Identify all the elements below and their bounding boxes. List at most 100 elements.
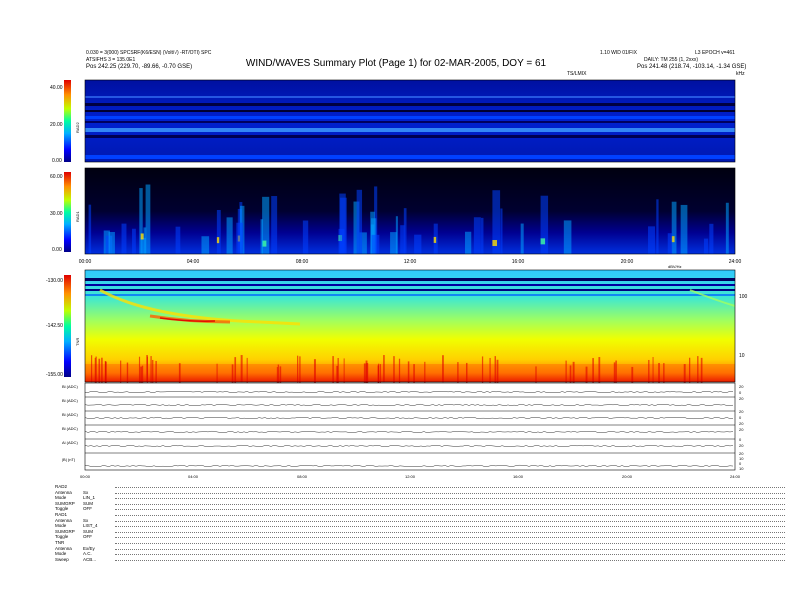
line-label: Bi (ADC) (62, 384, 78, 389)
settings-value: A.C. (83, 551, 92, 557)
tnr-spike (95, 356, 97, 384)
rad1-burst-core (140, 233, 144, 240)
line-label: Ai (ADC) (62, 440, 78, 445)
tnr-spike (343, 358, 345, 386)
rad1-burst (88, 204, 92, 254)
settings-row: Antenna Sx (55, 517, 785, 523)
rad1-colorbar (64, 172, 71, 252)
rad1-burst (671, 201, 677, 254)
settings-row: Toggle OFF (55, 506, 785, 511)
tnr-spike (146, 356, 148, 384)
line-right-tick: 20 (739, 443, 744, 448)
tnr-spike (150, 356, 152, 384)
rad1-tick: 30.00 (50, 211, 63, 217)
tnr-right-tick: 10 (739, 353, 745, 359)
rad1-burst (465, 231, 472, 254)
settings-row: Antenna Ex/Ey (55, 546, 785, 551)
settings-key: Mode (55, 523, 67, 529)
line-panels: Bi (ADC) Bi (ADC) Bi (ADC) Bi (ADC) Ai (… (62, 382, 744, 471)
tnr-spike (91, 355, 93, 383)
rad1-burst (108, 232, 115, 254)
tnr-spike (383, 355, 385, 383)
line-right-tick: 10 (739, 466, 744, 471)
settings-divider (115, 492, 785, 494)
rad1-burst (680, 204, 688, 254)
time-tick: 20:00 (621, 259, 634, 265)
settings-row: TNR (55, 540, 785, 545)
rad1-burst (145, 184, 151, 254)
line-label: |B| (nT) (62, 457, 76, 462)
line-right-tick: 20 (739, 409, 744, 414)
time-tick: 16:00 (512, 259, 525, 265)
tnr-spike (598, 357, 601, 385)
rad2-tick: 40.00 (50, 85, 63, 91)
rad1-burst (390, 232, 397, 254)
rad1-burst (260, 219, 264, 254)
rad1-burst (725, 202, 729, 254)
settings-row: Toggle OFF (55, 534, 785, 539)
bottom-time-tick: 16:00 (513, 474, 524, 479)
tnr-tick: -155.00 (46, 372, 63, 378)
settings-divider (115, 526, 785, 528)
line-label: Bi (ADC) (62, 398, 78, 403)
tnr-spike (240, 355, 243, 383)
settings-value: SUM (83, 528, 93, 534)
settings-key: RAD2 (55, 484, 68, 489)
settings-row: RAD1 (55, 512, 785, 517)
tnr-tick: -130.00 (46, 278, 63, 284)
bottom-time-tick: 20:00 (622, 474, 633, 479)
time-tick: 04:00 (187, 259, 200, 265)
tnr-spike (337, 357, 339, 385)
rad1-tick: 0.00 (52, 247, 62, 253)
bottom-time-tick: 08:00 (297, 474, 308, 479)
line-right-tick: 0 (739, 437, 742, 442)
rad1-burst (395, 216, 398, 254)
settings-value: Ex/Ey (83, 545, 95, 551)
rad-time-axis: 00:00 04:00 08:00 12:00 16:00 20:00 24:0… (79, 259, 742, 265)
rad1-spectrogram (85, 168, 735, 254)
settings-key: TNR (55, 540, 65, 545)
tnr-colorbar (64, 275, 71, 377)
settings-divider (115, 559, 785, 561)
rad1-burst (216, 209, 221, 254)
settings-value: ACB... (83, 556, 97, 562)
settings-row: Mode A.C. (55, 551, 785, 557)
settings-divider (115, 531, 785, 533)
rad2-tick: 0.00 (52, 158, 62, 164)
rad1-burst (236, 222, 244, 254)
rad1-burst (121, 223, 127, 254)
rad1-burst (356, 189, 363, 254)
tnr-tick: -142.50 (46, 323, 63, 329)
tnr-spike (98, 358, 101, 386)
settings-row: Antenna Sx (55, 490, 785, 495)
tnr-panel: -130.00 -142.50 -155.00 TNR 100 10 dBV/H… (46, 264, 748, 394)
rad1-burst (473, 217, 481, 254)
rad1-burst (667, 233, 673, 254)
rad1-burst (480, 217, 484, 254)
rad1-burst (500, 208, 503, 254)
settings-divider (115, 554, 785, 556)
bottom-time-tick: 24:00 (730, 474, 741, 479)
tnr-spike (299, 356, 301, 384)
tnr-spike (101, 357, 103, 385)
rad1-tick: 60.00 (50, 174, 63, 180)
line-right-tick: 20 (739, 427, 744, 432)
line-label: Bi (ADC) (62, 426, 78, 431)
bottom-time-axis: 00:00 04:00 08:00 12:00 16:00 20:00 24:0… (80, 474, 741, 479)
rad1-burst (648, 226, 655, 254)
settings-value: LIN_1 (83, 495, 96, 501)
settings-divider (115, 537, 785, 539)
settings-value: Sx (83, 517, 89, 523)
settings-value: SUM (83, 500, 93, 506)
rad2-colorbar (64, 80, 71, 162)
settings-key: Antenna (55, 517, 72, 523)
rad1-burst (226, 217, 233, 254)
tnr-unit: dBV/Hz (668, 264, 682, 269)
rad2-tick: 20.00 (50, 122, 63, 128)
settings-divider (115, 509, 785, 511)
settings-value: LIST_4 (83, 523, 98, 529)
tnr-spike (688, 357, 691, 385)
tnr-spike (652, 357, 654, 385)
settings-key: Mode (55, 551, 67, 557)
time-tick: 00:00 (79, 259, 92, 265)
